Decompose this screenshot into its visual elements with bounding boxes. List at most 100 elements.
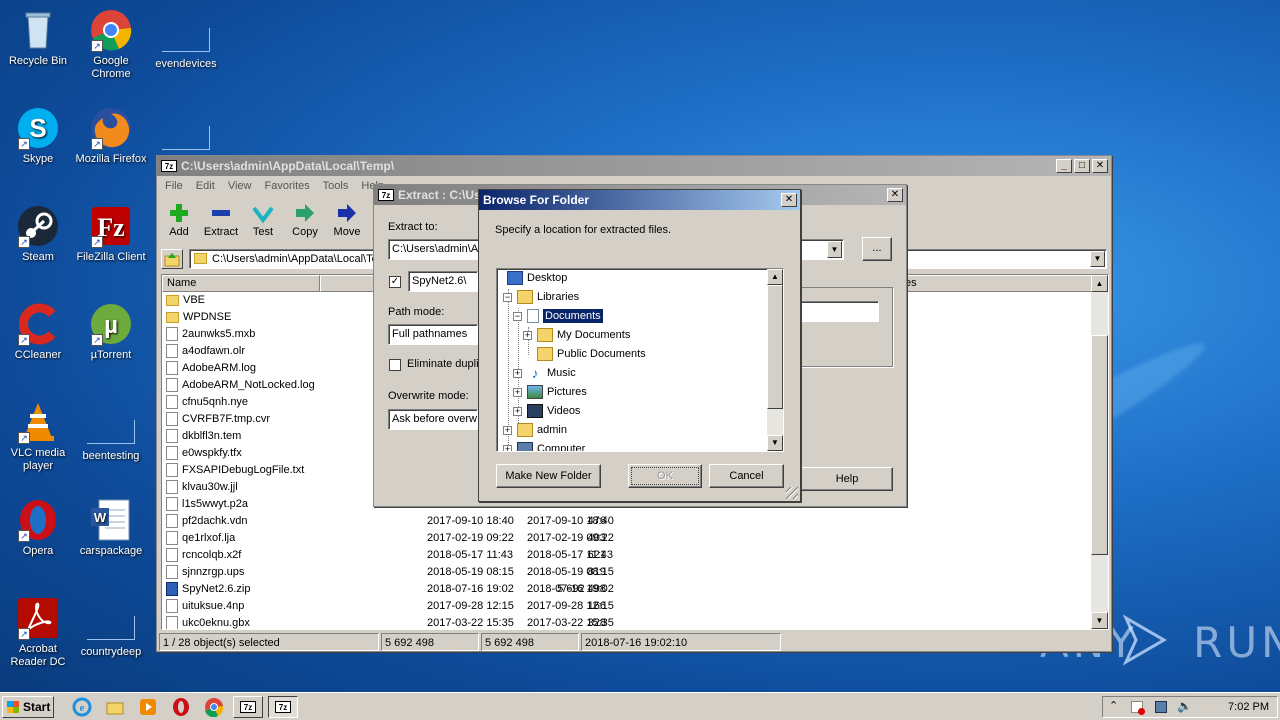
- tree-item-public-documents[interactable]: Public Documents: [537, 345, 646, 364]
- desktop-icon-acrobat[interactable]: ↗ Acrobat Reader DC: [0, 596, 76, 669]
- volume-icon[interactable]: 🔈: [1177, 699, 1192, 713]
- test-button[interactable]: Test: [242, 202, 284, 238]
- desktop-icon-skype[interactable]: S ↗ Skype: [0, 106, 76, 166]
- tree-item-my-documents[interactable]: My Documents: [537, 326, 630, 345]
- help-button[interactable]: Help: [801, 467, 893, 491]
- password-input[interactable]: [789, 301, 879, 322]
- cancel-button[interactable]: Cancel: [709, 464, 784, 488]
- column-header-tail[interactable]: es: [902, 275, 1092, 292]
- desktop-icon-steam[interactable]: ↗ Steam: [0, 204, 76, 264]
- file-manager-titlebar[interactable]: 7z C:\Users\admin\AppData\Local\Temp\ _ …: [157, 156, 1111, 176]
- menu-file[interactable]: File: [165, 180, 183, 192]
- resize-grip-icon[interactable]: [786, 487, 798, 499]
- copy-button[interactable]: Copy: [284, 202, 326, 238]
- tree-collapse-documents[interactable]: −: [513, 312, 522, 321]
- desktop-icon-opera[interactable]: ↗ Opera: [0, 498, 76, 558]
- file-row[interactable]: qe1rlxof.lja 403 2017-02-19 09:22 2017-02-1…: [166, 530, 1086, 547]
- menu-favorites[interactable]: Favorites: [265, 180, 310, 192]
- tree-expand-admin[interactable]: +: [503, 426, 512, 435]
- add-button[interactable]: Add: [158, 202, 200, 238]
- tree-item-music[interactable]: ♪ Music: [527, 364, 576, 383]
- extract-button[interactable]: Extract: [200, 202, 242, 238]
- scroll-up-button[interactable]: ▲: [1091, 275, 1108, 292]
- desktop-icon-firefox[interactable]: ↗ Mozilla Firefox: [73, 106, 149, 166]
- tree-scroll-up-button[interactable]: ▲: [767, 269, 783, 285]
- scroll-down-button[interactable]: ▼: [1091, 612, 1108, 629]
- make-new-folder-button[interactable]: Make New Folder: [496, 464, 601, 488]
- desktop-icon-filezilla[interactable]: Fz ↗ FileZilla Client: [73, 204, 149, 264]
- show-hidden-icons-icon[interactable]: ⌃: [1109, 699, 1118, 712]
- browse-dialog-titlebar[interactable]: Browse For Folder ✕: [479, 190, 800, 210]
- desktop-icon-chrome[interactable]: ↗ Google Chrome: [73, 8, 149, 81]
- file-row[interactable]: ukc0eknu.gbx 328 2017-03-22 15:35 2017-03-2…: [166, 615, 1086, 629]
- tree-expand-computer[interactable]: +: [503, 445, 512, 451]
- tree-collapse-libraries[interactable]: −: [503, 293, 512, 302]
- ie-taskbar-icon[interactable]: e: [72, 697, 92, 717]
- file-row[interactable]: rcncolqb.x2f 621 2018-05-17 11:43 2018-05-1…: [166, 547, 1086, 564]
- up-folder-button[interactable]: [161, 249, 183, 269]
- file-name: CVRFB7F.tmp.cvr: [182, 413, 271, 425]
- opera-taskbar-icon[interactable]: [171, 697, 191, 717]
- desktop-icon-recycle-bin[interactable]: Recycle Bin: [0, 8, 76, 68]
- tree-item-documents[interactable]: Documents: [527, 307, 603, 326]
- chrome-taskbar-icon[interactable]: [204, 697, 224, 718]
- start-button[interactable]: Start: [2, 696, 54, 718]
- desktop-icon-vlc[interactable]: ↗ VLC media player: [0, 400, 76, 473]
- desktop-icon-beentesting[interactable]: beentesting: [73, 400, 149, 463]
- folder-tree[interactable]: Desktop − Libraries − Documents + My Doc…: [496, 268, 784, 452]
- overwrite-select[interactable]: Ask before overwr: [388, 409, 478, 430]
- menu-view[interactable]: View: [228, 180, 252, 192]
- tree-item-computer[interactable]: Computer: [517, 440, 585, 451]
- menu-tools[interactable]: Tools: [323, 180, 349, 192]
- explorer-taskbar-icon[interactable]: [105, 697, 125, 717]
- extract-to-dropdown-button[interactable]: ▼: [827, 241, 842, 258]
- column-header-hidden[interactable]: [320, 275, 380, 292]
- close-button[interactable]: ✕: [1092, 159, 1108, 173]
- tree-expand-videos[interactable]: +: [513, 407, 522, 416]
- tree-scroll-thumb[interactable]: [767, 285, 783, 409]
- tree-expand-pictures[interactable]: +: [513, 388, 522, 397]
- tree-item-libraries[interactable]: Libraries: [517, 288, 579, 307]
- tree-item-desktop[interactable]: Desktop: [507, 269, 567, 288]
- tree-expand-my-documents[interactable]: +: [523, 331, 532, 340]
- maximize-button[interactable]: □: [1074, 159, 1090, 173]
- file-row[interactable]: pf2dachk.vdn 476 2017-09-10 18:40 2017-09-1…: [166, 513, 1086, 530]
- column-header-name[interactable]: Name: [162, 275, 320, 292]
- move-button[interactable]: Move: [326, 202, 368, 238]
- tree-item-pictures[interactable]: Pictures: [527, 383, 587, 402]
- desktop-icon-unnamed[interactable]: [148, 106, 224, 156]
- tree-expand-music[interactable]: +: [513, 369, 522, 378]
- minimize-button[interactable]: _: [1056, 159, 1072, 173]
- desktop-icon-countrydeep[interactable]: countrydeep: [73, 596, 149, 659]
- clock[interactable]: 7:02 PM: [1228, 701, 1269, 713]
- network-icon[interactable]: [1155, 701, 1167, 713]
- scroll-thumb[interactable]: [1091, 335, 1108, 555]
- desktop-icon-evendevices[interactable]: evendevices: [148, 8, 224, 71]
- extract-close-button[interactable]: ✕: [887, 188, 903, 202]
- subfolder-input[interactable]: SpyNet2.6\: [408, 271, 478, 292]
- tree-scroll-down-button[interactable]: ▼: [767, 435, 783, 451]
- address-dropdown-button[interactable]: ▼: [1090, 251, 1105, 267]
- menu-edit[interactable]: Edit: [196, 180, 215, 192]
- 7zip-taskbar-button-2[interactable]: 7z: [268, 696, 298, 718]
- file-list-scrollbar[interactable]: ▲ ▼: [1091, 275, 1108, 629]
- path-mode-select[interactable]: Full pathnames: [388, 324, 478, 345]
- eliminate-checkbox[interactable]: [389, 359, 401, 371]
- desktop-icon-utorrent[interactable]: µ ↗ µTorrent: [73, 302, 149, 362]
- tree-item-videos[interactable]: Videos: [527, 402, 580, 421]
- tree-scrollbar[interactable]: ▲ ▼: [767, 269, 783, 451]
- browse-button[interactable]: ...: [862, 237, 892, 261]
- browse-close-button[interactable]: ✕: [781, 193, 797, 207]
- ok-button[interactable]: OK: [628, 464, 702, 488]
- file-row[interactable]: sjnnzrgp.ups 819 2018-05-19 08:15 2018-05-1…: [166, 564, 1086, 581]
- 7zip-taskbar-button-1[interactable]: 7z: [233, 696, 263, 718]
- desktop-icon-carspackage[interactable]: W carspackage: [73, 498, 149, 558]
- media-player-taskbar-icon[interactable]: [138, 697, 158, 717]
- browse-folder-dialog[interactable]: Browse For Folder ✕ Specify a location f…: [478, 189, 801, 502]
- action-center-icon[interactable]: [1131, 701, 1145, 715]
- desktop-icon-ccleaner[interactable]: ↗ CCleaner: [0, 302, 76, 362]
- subfolder-checkbox[interactable]: ✓: [389, 276, 401, 288]
- file-row[interactable]: SpyNet2.6.zip 5 692 498 2018-07-16 19:02 20…: [166, 581, 1086, 598]
- file-row[interactable]: uituksue.4np 166 2017-09-28 12:15 2017-09-2…: [166, 598, 1086, 615]
- tree-item-admin[interactable]: admin: [517, 421, 567, 440]
